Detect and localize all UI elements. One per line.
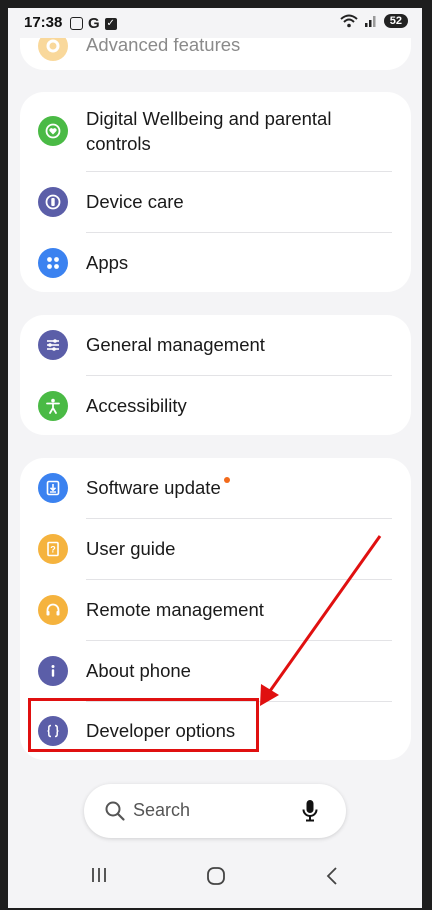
recents-button[interactable] — [90, 866, 108, 884]
settings-screen: 17:38 G ✓ 52 Advanced features Digital W… — [8, 8, 422, 908]
check-icon: ✓ — [104, 17, 117, 30]
google-icon: G — [88, 15, 100, 32]
annotation-arrow — [260, 535, 382, 706]
microphone-icon[interactable] — [300, 799, 320, 823]
screenshot-icon — [70, 17, 83, 30]
search-bar[interactable]: Search — [84, 784, 346, 838]
battery-level: 52 — [383, 14, 408, 28]
back-button[interactable] — [324, 866, 340, 886]
status-time: 17:38 — [24, 14, 63, 31]
signal-icon — [364, 16, 376, 27]
search-icon — [105, 801, 125, 821]
wifi-icon — [340, 14, 358, 28]
navigation-bar — [8, 853, 422, 908]
notification-icons: G ✓ — [70, 15, 117, 32]
status-bar: 17:38 G ✓ 52 — [8, 8, 422, 38]
system-icons: 52 — [340, 14, 408, 28]
search-placeholder: Search — [133, 800, 191, 820]
home-button[interactable] — [206, 866, 226, 886]
